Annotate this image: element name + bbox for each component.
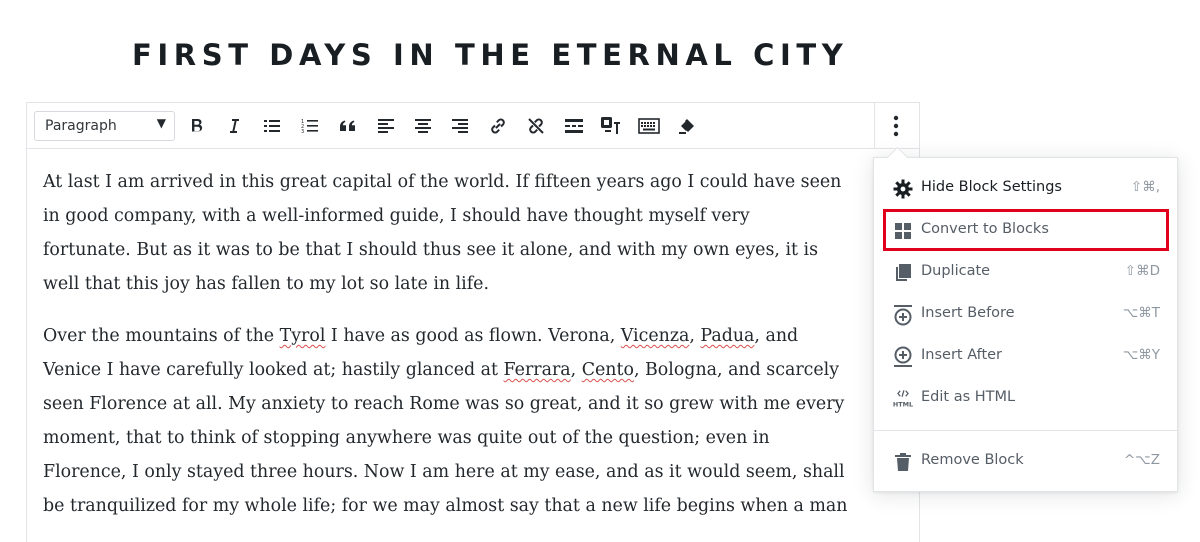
unlink-icon <box>528 118 544 134</box>
misspelled-word[interactable]: Cento <box>582 360 634 380</box>
text-fragment: Venice I have carefully looked at; hasti… <box>43 360 504 380</box>
html-icon: HTML <box>892 389 914 409</box>
misspelled-word[interactable]: Vicenza <box>621 326 690 346</box>
menu-item-label: Remove Block <box>921 452 1024 468</box>
text-fragment: Over the mountains of the <box>43 326 280 346</box>
menu-item-shortcut: ⌥⌘Y <box>1122 347 1160 363</box>
insert-before-icon <box>892 305 914 326</box>
menu-item-shortcut: ⌥⌘T <box>1122 305 1160 321</box>
italic-button[interactable] <box>221 113 247 139</box>
gear-icon <box>892 179 914 199</box>
align-center-icon <box>415 119 431 133</box>
text-color-button[interactable] <box>598 113 624 139</box>
menu-divider <box>874 430 1177 431</box>
insert-after-item[interactable]: Insert After ⌥⌘Y <box>874 337 1177 375</box>
italic-icon <box>230 119 239 133</box>
format-select-value: Paragraph <box>45 118 117 134</box>
menu-item-label: Duplicate <box>921 263 991 279</box>
align-right-icon <box>452 119 468 133</box>
bulleted-list-button[interactable] <box>259 113 285 139</box>
text-line: seen Florence at all. My anxiety to reac… <box>43 394 845 414</box>
text-fragment: , Bologna, and scarcely <box>633 360 840 380</box>
highlight-box <box>883 209 1169 251</box>
insert-after-icon <box>892 346 914 367</box>
paragraph-content[interactable]: At last I am arrived in this great capit… <box>43 165 913 541</box>
text-line: be tranquilized for my whole life; for w… <box>43 496 848 516</box>
text-fragment: , <box>689 326 701 346</box>
text-fragment: , <box>570 360 582 380</box>
blockquote-button[interactable] <box>335 113 361 139</box>
text-line: in good company, with a well-informed gu… <box>43 206 750 226</box>
hide-block-settings-item[interactable]: Hide Block Settings ⇧⌘, <box>874 169 1177 207</box>
menu-item-shortcut: ⇧⌘, <box>1130 179 1160 195</box>
misspelled-word[interactable]: Padua <box>700 326 754 346</box>
block-settings-menu: Hide Block Settings ⇧⌘, Convert to Block… <box>873 157 1178 492</box>
remove-link-button[interactable] <box>523 113 549 139</box>
align-right-button[interactable] <box>447 113 473 139</box>
more-options-button[interactable] <box>881 110 911 142</box>
text-line: fortunate. But as it was to be that I sh… <box>43 240 819 260</box>
read-more-icon <box>565 119 583 133</box>
chevron-down-icon: ▼ <box>156 116 166 130</box>
read-more-button[interactable] <box>561 113 587 139</box>
menu-item-label: Hide Block Settings <box>921 179 1062 195</box>
insert-before-item[interactable]: Insert Before ⌥⌘T <box>874 295 1177 333</box>
align-left-icon <box>378 119 394 133</box>
keyboard-icon <box>638 118 660 134</box>
bold-button[interactable] <box>184 113 210 139</box>
numbered-list-button[interactable]: 1 2 3 <box>297 113 323 139</box>
toolbar-divider <box>874 103 875 148</box>
menu-item-label: Insert Before <box>921 305 1015 321</box>
keyboard-shortcuts-button[interactable] <box>636 113 662 139</box>
insert-link-button[interactable] <box>485 113 511 139</box>
post-title[interactable]: FIRST DAYS IN THE ETERNAL CITY <box>132 38 848 72</box>
text-color-icon <box>601 117 620 134</box>
paragraph[interactable]: At last I am arrived in this great capit… <box>43 165 913 301</box>
text-line: moment, that to think of stopping anywhe… <box>43 428 770 448</box>
eraser-icon <box>679 119 694 134</box>
block-format-select[interactable]: Paragraph ▼ <box>34 111 175 141</box>
text-fragment: , and <box>754 326 799 346</box>
menu-item-shortcut: ^⌥Z <box>1123 452 1160 468</box>
html-icon-text: HTML <box>893 400 913 408</box>
text-line: well that this joy has fallen to my lot … <box>43 274 490 294</box>
paragraph[interactable]: Over the mountains of the Tyrol I have a… <box>43 319 913 523</box>
vertical-ellipsis-icon <box>893 115 899 137</box>
text-line: Florence, I only stayed three hours. Now… <box>43 462 845 482</box>
trash-icon <box>892 452 914 472</box>
paragraph-block[interactable]: Paragraph ▼ 1 2 3 At last I am arrived i… <box>26 102 920 542</box>
duplicate-item[interactable]: Duplicate ⇧⌘D <box>874 253 1177 291</box>
remove-block-item[interactable]: Remove Block ^⌥Z <box>874 442 1177 480</box>
align-center-button[interactable] <box>410 113 436 139</box>
misspelled-word[interactable]: Ferrara <box>504 360 571 380</box>
menu-item-label: Insert After <box>921 347 1003 363</box>
align-left-button[interactable] <box>373 113 399 139</box>
quote-icon <box>340 120 355 131</box>
menu-item-label: Edit as HTML <box>921 389 1016 405</box>
numbered-list-icon: 1 2 3 <box>301 119 318 134</box>
misspelled-word[interactable]: Tyrol <box>280 326 326 346</box>
clear-formatting-button[interactable] <box>674 113 700 139</box>
duplicate-icon <box>892 263 914 283</box>
text-fragment: I have as good as flown. Verona, <box>325 326 621 346</box>
menu-item-shortcut: ⇧⌘D <box>1124 263 1160 279</box>
block-toolbar: Paragraph ▼ 1 2 3 <box>27 103 919 149</box>
text-line: At last I am arrived in this great capit… <box>43 172 842 192</box>
link-icon <box>491 118 505 134</box>
bulleted-list-icon <box>264 120 280 132</box>
bold-icon <box>192 119 203 132</box>
edit-as-html-item[interactable]: HTML Edit as HTML <box>874 379 1177 417</box>
svg-text:3: 3 <box>301 129 304 134</box>
